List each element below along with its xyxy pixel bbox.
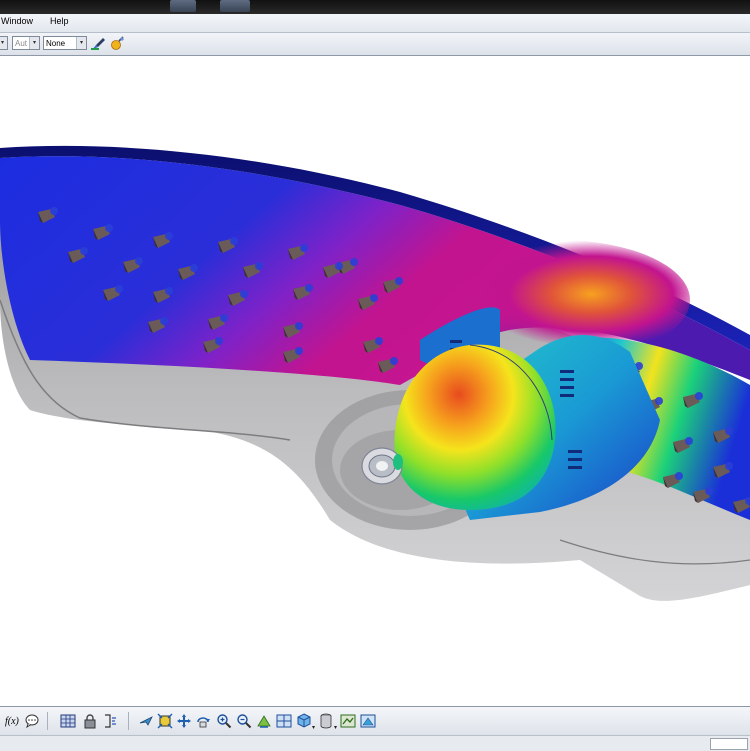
swap-visible-space-icon[interactable] (340, 713, 356, 729)
iso-view-icon[interactable] (296, 713, 312, 729)
zoom-in-icon[interactable] (216, 713, 232, 729)
lock-icon[interactable] (82, 713, 98, 729)
formula-icon[interactable]: f(x) (5, 716, 19, 727)
command-input[interactable] (710, 738, 748, 750)
fit-all-icon[interactable] (157, 713, 173, 729)
none-combo[interactable]: None ▾ (43, 36, 87, 50)
menu-window[interactable]: Window (1, 16, 33, 26)
lighting-icon[interactable] (109, 36, 125, 52)
auto-combo-value: Aut (15, 39, 28, 48)
taskbar-thumbnail[interactable] (220, 0, 250, 12)
chevron-down-icon: ▾ (0, 37, 7, 49)
parameters-icon[interactable] (102, 713, 118, 729)
zoom-out-icon[interactable] (236, 713, 252, 729)
menu-bar: Window Help (0, 14, 750, 33)
comment-icon[interactable] (24, 713, 40, 729)
normal-view-icon[interactable] (256, 713, 272, 729)
pan-icon[interactable] (176, 713, 192, 729)
3d-viewport[interactable] (0, 56, 750, 706)
status-bar (0, 735, 750, 751)
toolbar-divider (128, 712, 129, 730)
menu-help[interactable]: Help (50, 16, 69, 26)
none-combo-value: None (46, 39, 66, 48)
taskbar-thumbnail[interactable] (170, 0, 196, 12)
auto-combo[interactable]: Aut ▾ (12, 36, 40, 50)
window-title-strip (0, 0, 750, 14)
shading-icon[interactable] (318, 713, 334, 729)
grid-icon[interactable] (60, 713, 76, 729)
paint-brush-icon[interactable] (90, 36, 106, 52)
chevron-down-icon[interactable]: ▾ (334, 724, 337, 731)
shading-materials-icon[interactable] (360, 713, 376, 729)
top-toolbar: ▾ Aut ▾ None ▾ (0, 33, 750, 56)
toolbar-divider (47, 712, 48, 730)
fly-mode-icon[interactable] (138, 713, 154, 729)
rotate-icon[interactable] (195, 713, 211, 729)
chevron-down-icon: ▾ (29, 37, 39, 49)
chevron-down-icon[interactable]: ▾ (312, 724, 315, 731)
chevron-down-icon: ▾ (76, 37, 86, 49)
multi-view-icon[interactable] (276, 713, 292, 729)
bottom-toolbar: f(x) ▾ ▾ (0, 707, 750, 735)
left-combo[interactable]: ▾ (0, 36, 8, 50)
thermal-simulation-model (0, 145, 750, 601)
